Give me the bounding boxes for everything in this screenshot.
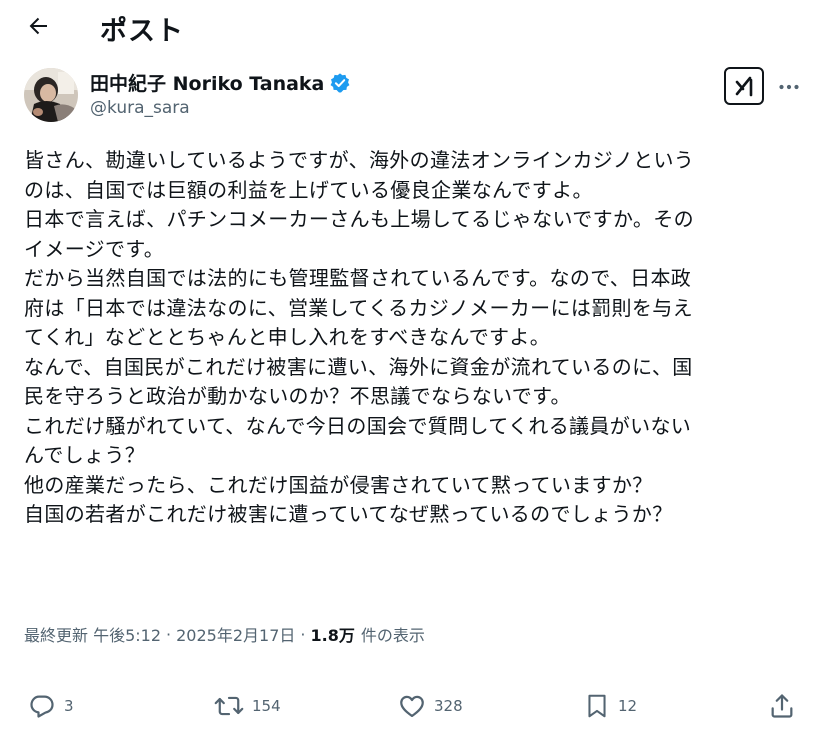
back-button[interactable]: [22, 10, 54, 42]
top-bar: ポスト: [0, 0, 828, 54]
post-line: これだけ騒がれていて、なんで今日の国会で質問してくれる議員がいない: [24, 413, 692, 438]
post-line: のは、自国では巨額の利益を上げている優良企業なんですよ。: [24, 177, 593, 202]
author-name-row: 田中紀子 Noriko Tanaka: [90, 69, 351, 96]
action-bar: 3 154 328 12: [0, 684, 828, 728]
like-button[interactable]: 328: [398, 684, 463, 728]
post-body: 皆さん、勘違いしているようですが、海外の違法オンラインカジノという のは、自国で…: [24, 146, 804, 530]
post-line: なんで、自国民がこれだけ被害に遭い、海外に資金が流れているのに、国: [24, 354, 693, 379]
views-label: 件の表示: [360, 626, 425, 645]
reply-count: 3: [64, 697, 74, 715]
repost-icon: [214, 696, 244, 716]
grok-button[interactable]: [724, 67, 764, 105]
post-line: んでしょう？: [24, 443, 146, 467]
meta-separator: ·: [166, 624, 172, 644]
meta-separator: ·: [300, 624, 306, 644]
bookmark-count: 12: [618, 697, 638, 715]
post-line: 皆さん、勘違いしているようですが、海外の違法オンラインカジノという: [24, 148, 695, 172]
post-date[interactable]: 2025年2月17日: [176, 622, 295, 646]
arrow-left-icon: [29, 17, 47, 35]
more-horizontal-icon: [779, 84, 799, 90]
post-line: 民を守ろうと政治が動かないのか？不思議でならないです。: [24, 384, 571, 408]
author-handle[interactable]: @kura_sara: [90, 98, 190, 118]
heart-icon: [400, 695, 424, 718]
post-line: 日本で言えば、パチンコメーカーさんも上場してるじゃないですか。その: [24, 207, 694, 231]
post-line: てくれ」などととちゃんと申し入れをすべきなんですよ。: [24, 325, 551, 349]
verified-badge-icon: [330, 72, 350, 93]
bookmark-button[interactable]: 12: [584, 684, 637, 728]
page-title: ポスト: [100, 16, 184, 47]
repost-button[interactable]: 154: [214, 684, 281, 728]
bookmark-icon: [588, 694, 606, 718]
post-line: だから当然自国では法的にも管理監督されているんです。なので、日本政: [24, 266, 692, 290]
grok-icon: [735, 76, 753, 97]
post-line: イメージです。: [24, 236, 165, 261]
avatar[interactable]: [24, 68, 78, 122]
author-display-name[interactable]: 田中紀子 Noriko Tanaka: [90, 69, 324, 96]
views-count: 1.8万: [310, 626, 355, 645]
post-line: 府は「日本では違法なのに、営業してくるカジノメーカーには罰則を与え: [24, 295, 693, 320]
post-meta: 最終更新 午後5:12 · 2025年2月17日 · 1.8万 件の表示: [24, 622, 425, 646]
post-line: 他の産業だったら、これだけ国益が侵害されていて黙っていますか？: [24, 472, 653, 497]
more-options-button[interactable]: [774, 72, 804, 102]
repost-count: 154: [252, 697, 281, 715]
like-count: 328: [434, 697, 463, 715]
post-timestamp[interactable]: 最終更新 午後5:12: [24, 622, 161, 646]
share-icon: [771, 694, 793, 718]
avatar-image: [24, 68, 78, 122]
reply-button[interactable]: 3: [28, 684, 74, 728]
post-line: 自国の若者がこれだけ被害に遭っていてなぜ黙っているのでしょうか？: [24, 502, 673, 526]
reply-icon: [30, 695, 54, 718]
share-button[interactable]: [768, 684, 796, 728]
